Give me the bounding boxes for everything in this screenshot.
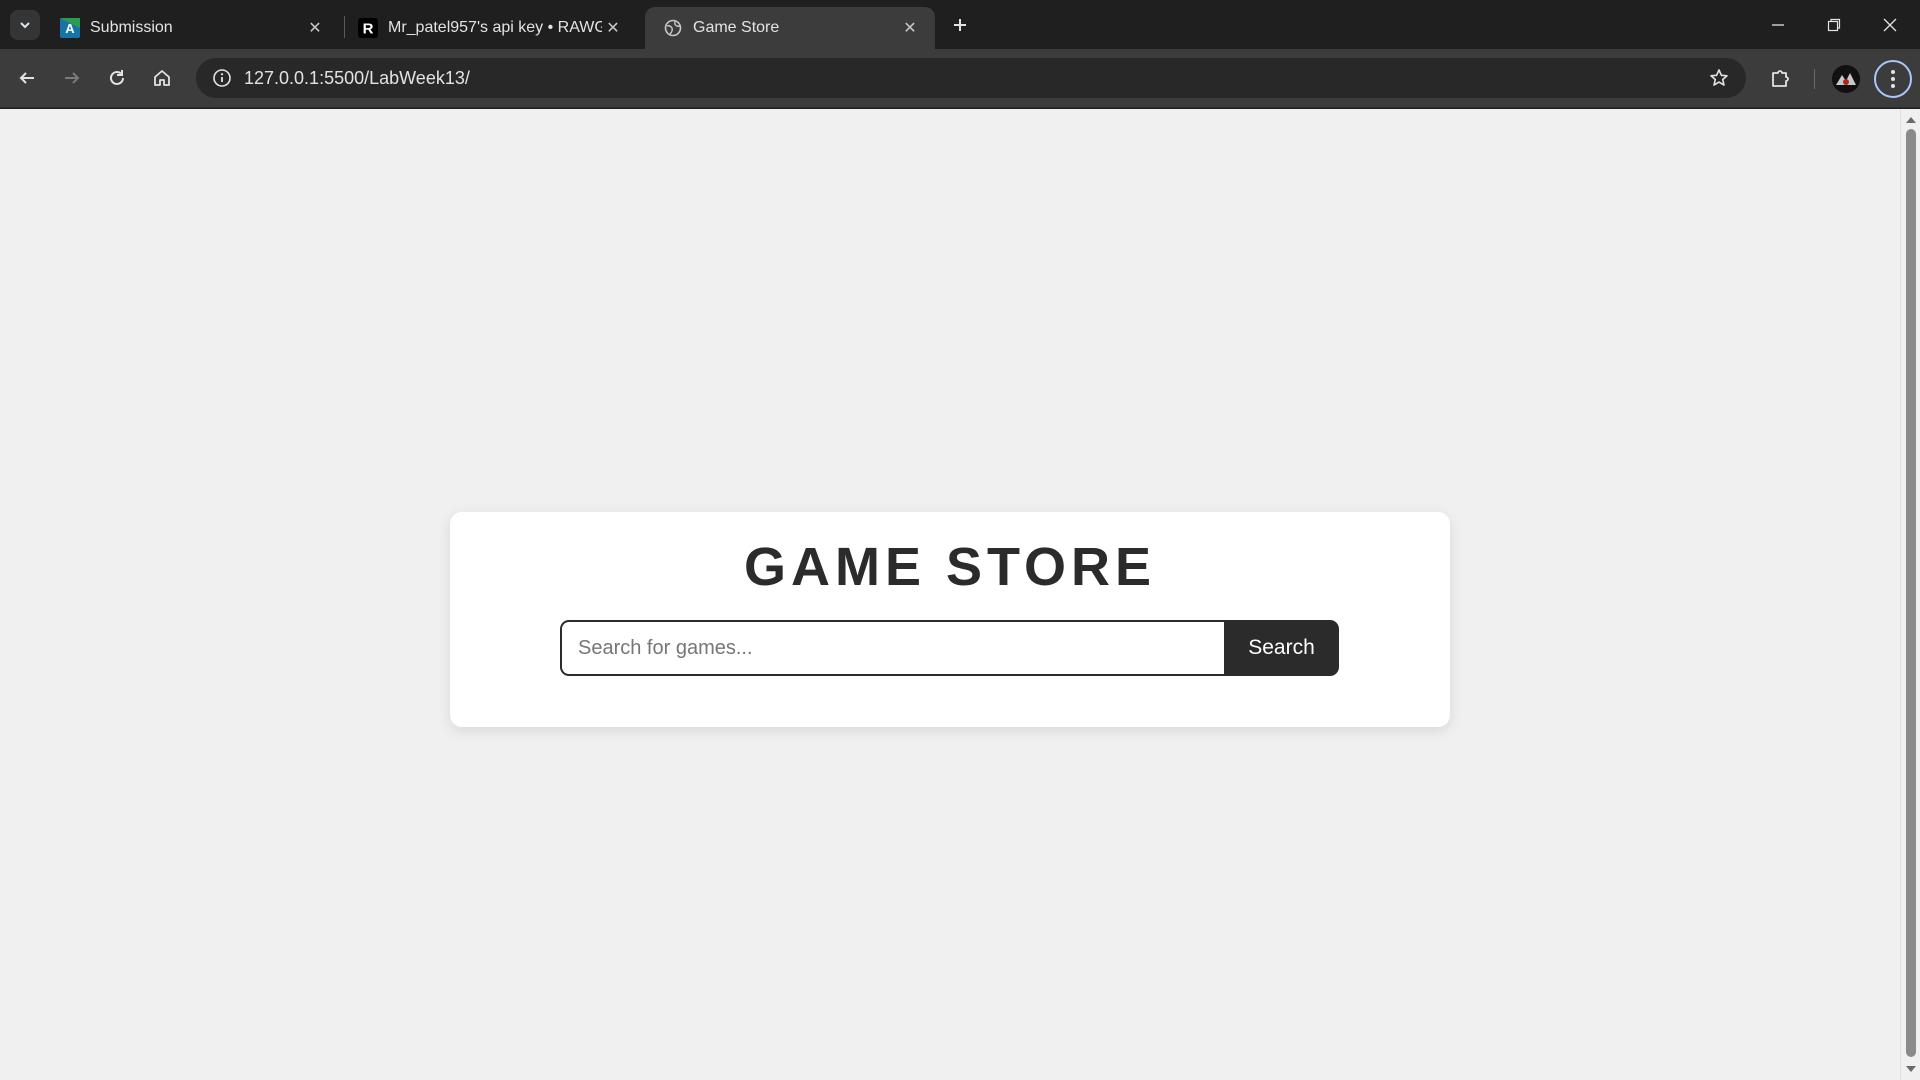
scroll-up-arrow-icon[interactable]: [1905, 115, 1917, 125]
puzzle-piece-icon: [1772, 70, 1789, 87]
minimize-icon: [1772, 23, 1784, 26]
scroll-down-arrow-icon[interactable]: [1905, 1064, 1917, 1074]
home-icon: [154, 70, 170, 86]
tab-search-button[interactable]: [10, 10, 40, 40]
search-form: Search: [560, 620, 1339, 676]
page-title: GAME STORE: [743, 537, 1157, 597]
close-tab-icon[interactable]: ✕: [602, 17, 624, 39]
browser-toolbar: 127.0.0.1:5500/LabWeek13/: [0, 49, 1920, 108]
browser-menu-button[interactable]: [1874, 60, 1912, 98]
profile-avatar[interactable]: [1832, 65, 1860, 93]
close-window-button[interactable]: [1862, 0, 1918, 49]
address-bar[interactable]: 127.0.0.1:5500/LabWeek13/: [196, 58, 1746, 98]
page-viewport: GAME STORE Search: [0, 109, 1900, 1080]
search-input[interactable]: [560, 620, 1224, 676]
vertical-scrollbar[interactable]: [1900, 109, 1920, 1080]
extensions-button[interactable]: [1764, 61, 1798, 95]
canvas-a-icon: A: [60, 18, 80, 38]
tab-rawg-api-key[interactable]: R Mr_patel957's api key • RAWG ✕: [340, 7, 638, 49]
url-text[interactable]: 127.0.0.1:5500/LabWeek13/: [244, 68, 470, 89]
restore-icon: [1827, 18, 1841, 31]
tab-game-store[interactable]: Game Store ✕: [645, 7, 935, 49]
search-card: GAME STORE Search: [450, 512, 1450, 727]
profile-picture-icon: [1832, 65, 1860, 93]
bookmark-star-icon[interactable]: [1704, 63, 1734, 93]
minimize-button[interactable]: [1750, 0, 1806, 49]
search-button[interactable]: Search: [1224, 620, 1339, 676]
new-tab-button[interactable]: [945, 10, 975, 40]
more-vertical-icon: [1891, 70, 1895, 88]
tab-title: Game Store: [693, 19, 780, 36]
toolbar-divider: [1814, 69, 1815, 89]
globe-icon: [663, 18, 683, 38]
arrow-left-icon: [19, 72, 34, 84]
home-button[interactable]: [145, 61, 179, 95]
close-icon: [1883, 18, 1897, 31]
back-button[interactable]: [10, 61, 44, 95]
scrollbar-thumb[interactable]: [1906, 129, 1916, 1057]
restore-button[interactable]: [1806, 0, 1862, 49]
chevron-down-icon: [20, 22, 30, 29]
plus-icon: [954, 19, 966, 31]
rawg-r-icon: R: [358, 18, 378, 38]
reload-button[interactable]: [100, 61, 134, 95]
svg-text:A: A: [65, 21, 75, 36]
site-info-icon[interactable]: [202, 58, 242, 98]
tab-title: Mr_patel957's api key • RAWG: [388, 19, 602, 36]
tab-title: Submission: [90, 19, 173, 36]
tab-strip: A Submission ✕ R Mr_patel957's api key •…: [0, 0, 1920, 49]
arrow-right-icon: [65, 72, 80, 84]
tab-submission[interactable]: A Submission ✕: [42, 7, 340, 49]
close-tab-icon[interactable]: ✕: [899, 17, 921, 39]
svg-text:R: R: [363, 21, 374, 38]
reload-icon: [110, 70, 124, 85]
close-tab-icon[interactable]: ✕: [304, 17, 326, 39]
forward-button[interactable]: [55, 61, 89, 95]
